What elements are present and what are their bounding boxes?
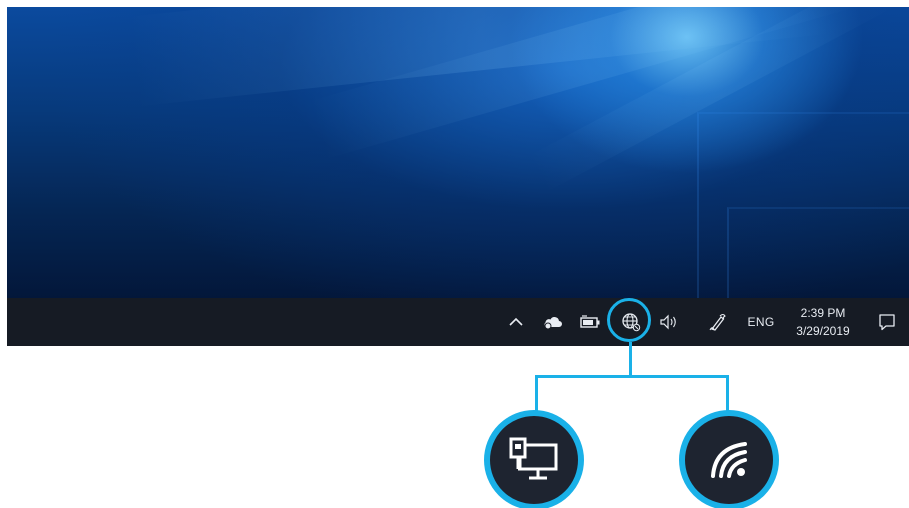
wifi-network-badge (679, 410, 779, 508)
network-globe-icon (622, 313, 641, 332)
pen-ink-icon (709, 313, 726, 331)
volume-tray-button[interactable] (654, 298, 684, 346)
action-center-icon (879, 314, 895, 331)
ethernet-desktop-icon (509, 437, 558, 480)
desktop-wallpaper (7, 7, 909, 298)
screenshot-canvas: ENG 2:39 PM 3/29/2019 (0, 0, 909, 508)
callout-connector-left (535, 375, 538, 413)
callout-connector-vertical (629, 342, 632, 377)
battery-tray-button[interactable] (575, 298, 605, 346)
input-language-label: ENG (747, 315, 775, 329)
callout-connector-horizontal (535, 375, 729, 378)
input-language-button[interactable]: ENG (742, 298, 780, 346)
wallpaper-window-pane (727, 207, 909, 298)
clock-button[interactable]: 2:39 PM 3/29/2019 (785, 298, 861, 346)
callout-connector-right (726, 375, 729, 413)
wifi-icon (711, 442, 747, 478)
taskbar: ENG 2:39 PM 3/29/2019 (7, 298, 909, 346)
chevron-up-icon (509, 317, 523, 326)
clock-date: 3/29/2019 (796, 324, 850, 338)
onedrive-tray-button[interactable] (537, 298, 567, 346)
speaker-icon (660, 314, 676, 330)
onedrive-cloud-icon (544, 317, 562, 330)
wired-network-badge (484, 410, 584, 508)
clock-time: 2:39 PM (800, 306, 846, 320)
show-hidden-icons-button[interactable] (502, 298, 530, 346)
action-center-button[interactable] (871, 298, 903, 346)
network-tray-button[interactable] (614, 298, 648, 346)
windows-ink-tray-button[interactable] (703, 298, 733, 346)
battery-icon (580, 315, 600, 328)
